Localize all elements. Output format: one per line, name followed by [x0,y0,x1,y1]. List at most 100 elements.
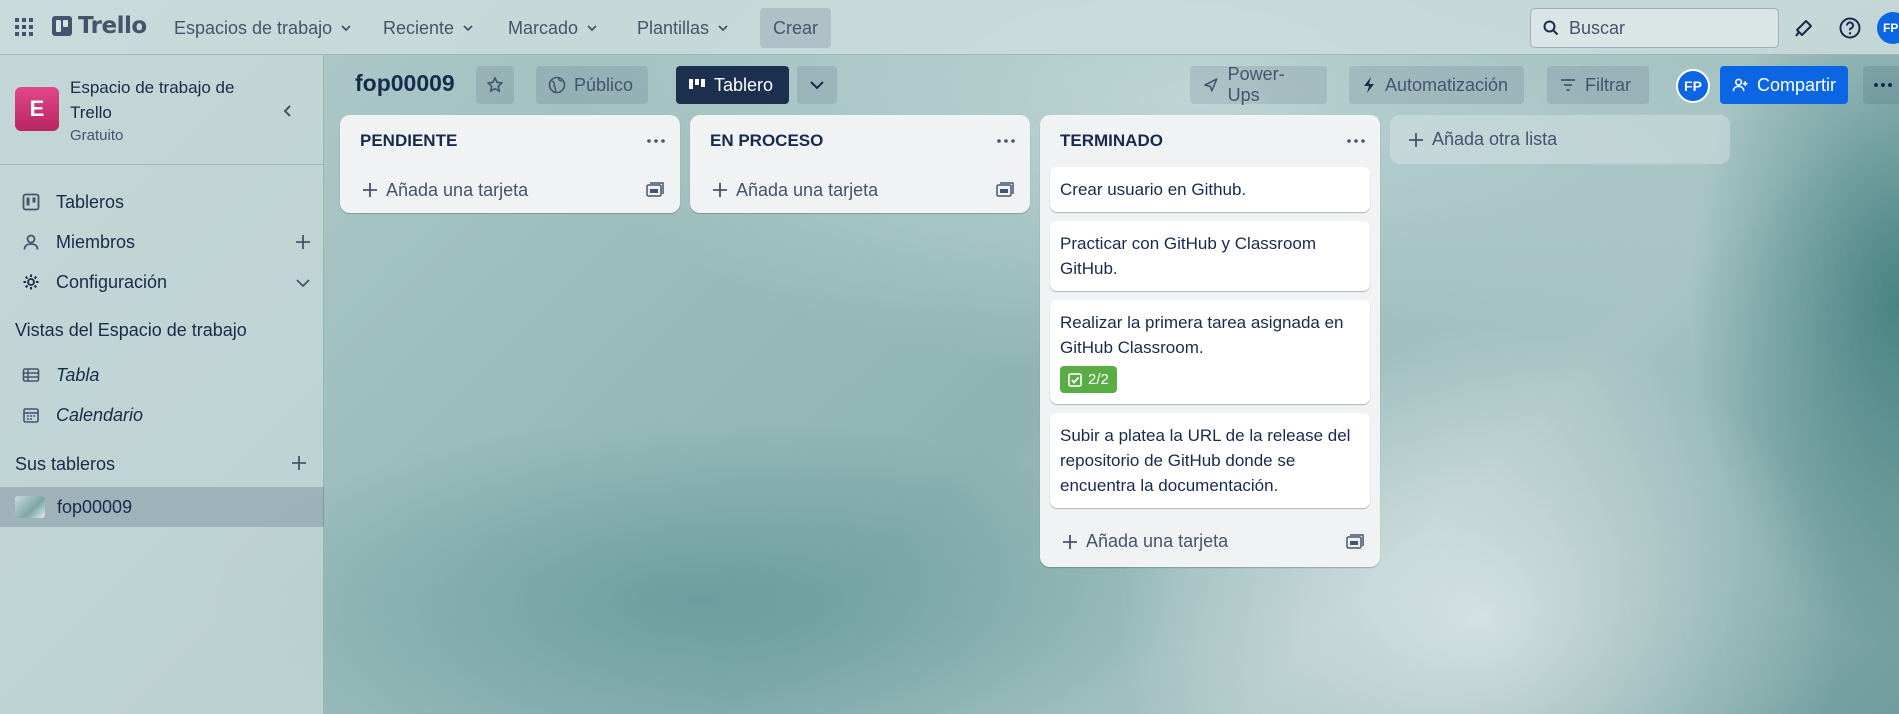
add-card-button[interactable]: Añada una tarjeta [1040,517,1380,567]
top-navigation-bar: Trello Espacios de trabajo Reciente Marc… [0,0,1899,55]
automation-button[interactable]: Automatización [1349,66,1524,104]
board-view-icon [689,79,705,89]
list-title: PENDIENTE [360,131,458,150]
board-title[interactable]: fop00009 [355,70,455,97]
add-list-button[interactable]: Añada otra lista [1390,115,1730,164]
card-title: Subir a platea la URL de la release del … [1060,425,1351,495]
create-button[interactable]: Crear [760,8,831,48]
menu-workspaces[interactable]: Espacios de trabajo [174,14,352,42]
help-icon[interactable] [1838,16,1862,40]
share-button[interactable]: Compartir [1720,66,1848,104]
list-header[interactable]: EN PROCESO [690,115,1030,167]
add-person-icon [1732,78,1748,92]
search-input[interactable]: Buscar [1530,8,1779,48]
card-title: Practicar con GitHub y Classroom GitHub. [1060,234,1317,278]
apps-grid-icon[interactable] [14,17,34,37]
list-menu-dots-icon[interactable] [646,134,666,148]
add-card-button[interactable]: Añada una tarjeta [340,167,680,213]
workspace-plan: Gratuito [70,127,124,144]
checklist-count: 2/2 [1088,371,1109,388]
search-placeholder: Buscar [1569,17,1626,38]
card-template-icon[interactable] [1346,533,1364,550]
sidebar-item-label: Tabla [56,364,100,385]
trello-logo-icon [52,16,72,36]
add-card-label: Añada una tarjeta [1086,531,1229,551]
visibility-button[interactable]: Público [536,66,648,104]
your-boards-heading: Sus tableros [15,454,116,474]
add-card-button[interactable]: Añada una tarjeta [690,167,1030,213]
person-icon [23,234,39,250]
rocket-icon [1204,78,1218,92]
board-view-button[interactable]: Tablero [676,66,789,104]
board-view-label: Tablero [714,74,774,95]
chevron-down-icon[interactable] [294,274,312,292]
plus-icon [713,183,727,197]
sidebar-item-label: Tableros [56,191,125,212]
sidebar: E Espacio de trabajo de Trello Gratuito … [0,55,324,714]
notifications-megaphone-icon[interactable] [1792,16,1816,40]
chevron-down-icon [341,25,351,32]
list-title: EN PROCESO [710,131,824,150]
sidebar-item-boards[interactable]: Tableros [0,182,324,222]
add-card-label: Añada una tarjeta [386,179,529,200]
sidebar-item-label: fop00009 [57,496,133,517]
card[interactable]: Crear usuario en Github. [1050,167,1370,212]
list-pendiente: PENDIENTE Añada una tarjeta [340,115,680,213]
card[interactable]: Practicar con GitHub y Classroom GitHub. [1050,221,1370,291]
more-dots-icon [1874,83,1892,87]
menu-starred[interactable]: Marcado [508,14,598,42]
sidebar-view-calendar[interactable]: Calendario [0,395,324,435]
card-title: Realizar la primera tarea asignada en Gi… [1060,313,1344,357]
trello-logo[interactable]: Trello [52,13,147,39]
plus-icon [363,183,377,197]
chevron-down-icon [463,25,473,32]
list-menu-dots-icon[interactable] [1346,134,1366,148]
sidebar-item-settings[interactable]: Configuración [0,262,324,302]
list-header[interactable]: TERMINADO [1040,115,1380,167]
share-label: Compartir [1756,74,1836,95]
table-icon [22,368,40,382]
card-title: Crear usuario en Github. [1060,180,1247,199]
board-icon [22,193,40,211]
views-dropdown-button[interactable] [797,66,837,104]
list-terminado: TERMINADO Crear usuario en Github. Pract… [1040,115,1380,567]
sidebar-item-members[interactable]: Miembros [0,222,324,262]
add-member-plus-icon[interactable] [294,233,312,251]
star-board-button[interactable] [476,66,514,104]
list-header[interactable]: PENDIENTE [340,115,680,167]
filter-button[interactable]: Filtrar [1547,66,1649,104]
sidebar-item-label: Miembros [56,231,136,252]
powerups-button[interactable]: Power-Ups [1190,64,1327,105]
automation-label: Automatización [1385,74,1509,95]
menu-label: Plantillas [637,17,710,38]
sidebar-view-table[interactable]: Tabla [0,355,324,395]
board-menu-button[interactable] [1863,66,1899,104]
chevron-down-icon [810,81,824,90]
menu-recent[interactable]: Reciente [383,14,474,42]
plus-icon [1063,534,1077,549]
board-thumbnail [15,496,45,518]
card-template-icon[interactable] [996,182,1014,198]
workspace-views-heading: Vistas del Espacio de trabajo [15,320,247,340]
checklist-icon [1068,372,1082,387]
lightning-icon [1364,77,1374,93]
card[interactable]: Realizar la primera tarea asignada en Gi… [1050,300,1370,404]
card-template-icon[interactable] [646,182,664,198]
workspace-name[interactable]: Espacio de trabajo de Trello [70,75,270,125]
add-board-plus-icon[interactable] [290,454,308,472]
collapse-sidebar-icon[interactable] [278,101,298,121]
menu-templates[interactable]: Plantillas [637,14,729,42]
sidebar-board-fop00009[interactable]: fop00009 [0,487,324,527]
board-member-avatar[interactable]: FP [1676,69,1710,103]
user-avatar[interactable]: FP [1877,12,1899,44]
sidebar-item-label: Calendario [56,404,144,425]
workspace-avatar: E [15,87,59,131]
star-icon [487,77,503,92]
card[interactable]: Subir a platea la URL de la release del … [1050,412,1370,508]
search-icon [1543,20,1559,36]
filter-icon [1561,79,1575,91]
plus-icon [1409,132,1423,147]
chevron-down-icon [587,25,597,32]
list-title: TERMINADO [1060,131,1163,150]
list-menu-dots-icon[interactable] [996,134,1016,148]
